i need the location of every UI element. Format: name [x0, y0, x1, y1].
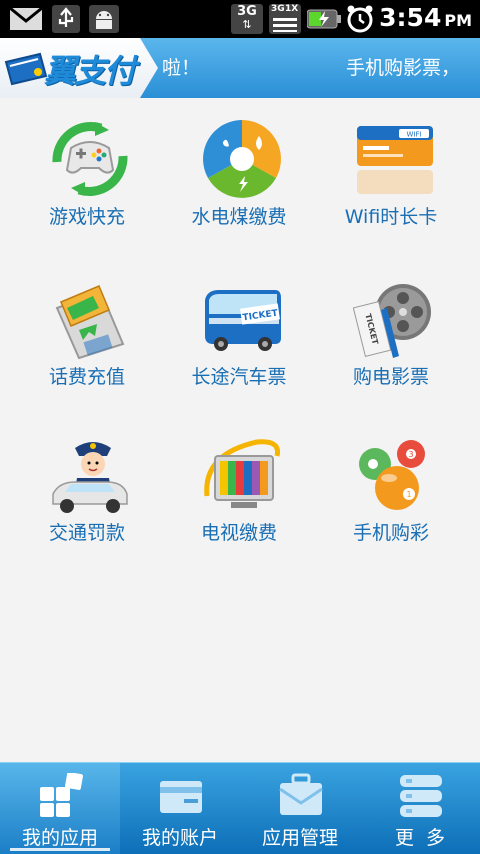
wallet-logo-icon [4, 52, 48, 86]
tv-icon [201, 434, 283, 516]
more-list-icon [398, 773, 444, 819]
service-lottery[interactable]: 3 1 手机购彩 [316, 414, 466, 564]
usb-icon [50, 4, 82, 34]
service-tv-payment[interactable]: 电视缴费 [164, 414, 314, 564]
apps-grid-icon [38, 772, 84, 819]
nav-label: 我的账户 [141, 827, 218, 849]
service-utilities[interactable]: 水电煤缴费 [164, 98, 314, 248]
svg-text:1: 1 [406, 490, 411, 499]
logo-text: 翼支付 [44, 52, 136, 90]
nav-app-management[interactable]: 应用管理 [240, 763, 360, 854]
service-label: 交通罚款 [48, 522, 125, 544]
service-label: 购电影票 [352, 366, 429, 388]
active-indicator [10, 848, 110, 851]
service-label: 电视缴费 [200, 522, 277, 544]
bus-ticket-icon: TICKET [201, 278, 283, 360]
header-banner: 翼支付 啦！ 手机购影票， [0, 38, 480, 98]
phone-recharge-icon [49, 278, 131, 360]
svg-text:WIFI: WIFI [406, 131, 421, 139]
battery-charging-icon [306, 4, 342, 34]
service-label: 游戏快充 [48, 206, 125, 228]
android-debug-icon [88, 4, 120, 34]
nav-label: 我的应用 [21, 827, 98, 849]
bottom-navigation: 我的应用 我的账户 应用管理 更 多 [0, 762, 480, 854]
nav-label: 应用管理 [261, 827, 338, 849]
utilities-icon [201, 118, 283, 200]
nav-my-apps[interactable]: 我的应用 [0, 763, 120, 854]
movie-ticket-icon: TICKET [352, 278, 435, 360]
wifi-card-icon: WIFI [353, 118, 435, 200]
service-wifi-card[interactable]: WIFI Wifi时长卡 [316, 98, 466, 248]
traffic-police-icon [49, 434, 131, 516]
service-label: 手机购彩 [352, 522, 429, 544]
ticker-text-right: 手机购影票， [346, 57, 461, 79]
network-3g-label: 3G [237, 4, 257, 19]
signal-1x-icon: 3G 1X [268, 4, 302, 34]
briefcase-icon [278, 773, 324, 819]
wallet-icon [158, 773, 204, 819]
nav-label: 更 多 [394, 827, 446, 849]
service-label: 水电煤缴费 [191, 206, 287, 228]
service-phone-recharge[interactable]: 话费充值 [12, 258, 162, 408]
service-movie-ticket[interactable]: TICKET 购电影票 [316, 258, 466, 408]
signal-3g-icon: 3G ⇅ [230, 4, 264, 34]
gamepad-icon [49, 118, 131, 200]
service-label: 长途汽车票 [191, 366, 287, 388]
service-label: 话费充值 [48, 366, 125, 388]
service-bus-ticket[interactable]: TICKET 长途汽车票 [164, 258, 314, 408]
network-1x-label: 1X [285, 4, 299, 14]
nav-more[interactable]: 更 多 [360, 763, 480, 854]
app-logo: 翼支付 [0, 38, 158, 98]
service-label: Wifi时长卡 [344, 206, 438, 228]
lottery-balls-icon: 3 1 [353, 434, 435, 516]
svg-text:3: 3 [408, 450, 413, 459]
service-traffic-fine[interactable]: 交通罚款 [12, 414, 162, 564]
mail-icon [8, 4, 44, 34]
alarm-clock-icon [344, 4, 376, 34]
clock-time: 3:54 PM [379, 3, 472, 32]
ticker-text-left: 啦！ [162, 57, 201, 79]
status-bar: 3G ⇅ 3G 1X 3:54 PM [0, 0, 480, 38]
nav-my-account[interactable]: 我的账户 [120, 763, 240, 854]
service-game-recharge[interactable]: 游戏快充 [12, 98, 162, 248]
